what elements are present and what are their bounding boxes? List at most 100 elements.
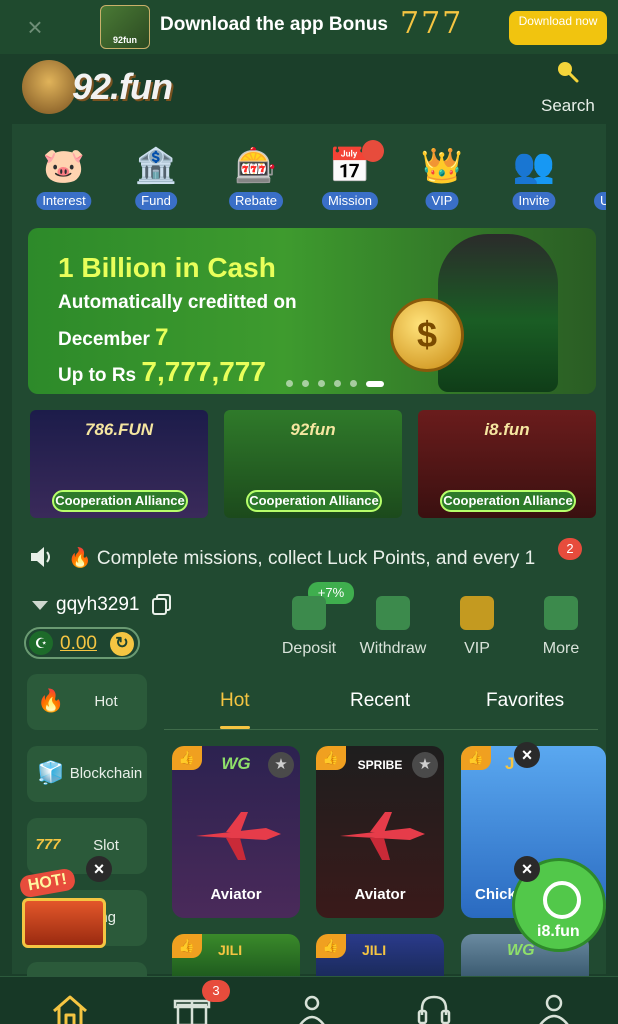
- game-card-aviator-wg[interactable]: WG 👍 ★ Aviator: [172, 746, 300, 918]
- game-card-jili-2[interactable]: 👍 JILI: [316, 934, 444, 978]
- carousel-dot[interactable]: [318, 380, 325, 387]
- vip-badge-icon: [460, 596, 494, 630]
- thumbs-up-icon: 👍: [316, 746, 346, 770]
- plane-icon: [340, 812, 425, 860]
- quick-item-label: Mission: [321, 192, 379, 210]
- favorite-star-icon[interactable]: ★: [268, 752, 294, 778]
- quick-item-label: U: [594, 192, 606, 210]
- thumbs-up-icon: 👍: [172, 934, 202, 958]
- community-icon[interactable]: [292, 993, 332, 1024]
- speaker-icon: [31, 547, 50, 567]
- search-label[interactable]: Search: [541, 96, 595, 116]
- download-app-bar: × 92fun Download the app Bonus 777 Downl…: [0, 0, 618, 54]
- promo-banner[interactable]: 1 Billion in Cash Automatically creditte…: [28, 228, 596, 394]
- category-label: Hot: [94, 693, 118, 710]
- category-blockchain[interactable]: 🧊 Blockchain: [27, 746, 147, 802]
- provider-logo: WG: [507, 942, 535, 959]
- action-label: Withdraw: [359, 640, 427, 657]
- close-icon[interactable]: ×: [514, 856, 540, 882]
- cooperation-label: Cooperation Alliance: [440, 490, 576, 512]
- quick-item-invite[interactable]: 👥 Invite: [498, 140, 570, 210]
- cooperation-card-92fun[interactable]: 92fun Cooperation Alliance: [224, 410, 402, 518]
- withdraw-button[interactable]: Withdraw: [350, 596, 436, 658]
- cooperation-card-786fun[interactable]: 786.FUN Cooperation Alliance: [30, 410, 208, 518]
- download-title: Download the app Bonus: [160, 14, 388, 35]
- provider-logo: JILI: [218, 942, 243, 958]
- carousel-dot[interactable]: [350, 380, 357, 387]
- cooperation-label: Cooperation Alliance: [246, 490, 382, 512]
- quick-item-interest[interactable]: 🐷 Interest: [28, 140, 100, 210]
- pk-flag-icon: ☪: [29, 631, 53, 655]
- category-hot[interactable]: 🔥 Hot: [27, 674, 147, 730]
- quick-item-fund[interactable]: 🏦 Fund: [120, 140, 192, 210]
- tab-recent[interactable]: Recent: [350, 690, 410, 712]
- close-icon[interactable]: ×: [514, 742, 540, 768]
- app-thumbnail: 92fun: [100, 5, 150, 49]
- banner-date-day: 7: [155, 324, 169, 351]
- logo-emblem-icon[interactable]: [22, 60, 76, 114]
- carousel-dots: [286, 380, 384, 387]
- refresh-icon[interactable]: ↻: [110, 632, 134, 656]
- notification-dot: [362, 140, 384, 162]
- category-label: Blockchain: [69, 765, 143, 782]
- download-now-button[interactable]: Download now: [509, 11, 607, 45]
- quick-item-mission[interactable]: 📅 Mission: [314, 140, 386, 210]
- message-count-badge[interactable]: 2: [558, 538, 582, 560]
- quick-item-label: Interest: [36, 192, 92, 210]
- deposit-button[interactable]: Deposit: [266, 596, 352, 658]
- copy-icon[interactable]: [152, 594, 172, 616]
- quick-item-label: Fund: [135, 192, 177, 210]
- site-logo[interactable]: 92.fun: [72, 66, 173, 108]
- blockchain-cubes-icon: 🧊: [37, 760, 65, 785]
- gift-count-badge: 3: [202, 980, 230, 1002]
- profile-icon[interactable]: [534, 993, 574, 1024]
- banner-headline: 1 Billion in Cash: [58, 252, 276, 283]
- favorite-star-icon[interactable]: ★: [412, 752, 438, 778]
- thumbs-up-icon: 👍: [461, 746, 491, 770]
- game-card-aviator-spribe[interactable]: SPRIBE 👍 ★ Aviator: [316, 746, 444, 918]
- carousel-dot[interactable]: [334, 380, 341, 387]
- balance-pill: ☪ 0.00 ↻: [24, 627, 140, 659]
- announcement-text: 🔥 Complete missions, collect Luck Points…: [68, 548, 536, 569]
- quick-item-more[interactable]: U: [584, 140, 606, 210]
- invite-people-icon: 👥: [512, 147, 556, 185]
- quick-item-rebate[interactable]: 🎰 Rebate: [220, 140, 292, 210]
- partner-brand: 92fun: [290, 420, 336, 439]
- thumbs-up-icon: 👍: [316, 934, 346, 958]
- quick-item-vip[interactable]: 👑 VIP: [406, 140, 478, 210]
- wallet-icon: [292, 596, 326, 630]
- withdraw-icon: [376, 596, 410, 630]
- username: gqyh3291: [56, 594, 140, 615]
- category-partial[interactable]: [27, 962, 147, 976]
- banner-amount-value: 7,777,777: [141, 356, 266, 387]
- cooperation-card-i8fun[interactable]: i8.fun Cooperation Alliance: [418, 410, 596, 518]
- close-icon[interactable]: ×: [22, 14, 48, 40]
- provider-logo: JILI: [362, 942, 387, 958]
- quick-menu: 🐷 Interest 🏦 Fund 🎰 Rebate 📅 Mission 👑 V…: [28, 140, 606, 210]
- announcement-marquee[interactable]: 🔥 Complete missions, collect Luck Points…: [28, 540, 588, 574]
- vip-button[interactable]: VIP: [434, 596, 520, 658]
- whatsapp-icon: [543, 881, 581, 919]
- fire-icon: 🔥: [37, 688, 65, 713]
- home-icon[interactable]: [50, 993, 90, 1024]
- close-icon[interactable]: ×: [86, 856, 112, 882]
- action-label: More: [542, 640, 580, 657]
- support-headset-icon[interactable]: [414, 993, 454, 1024]
- tab-favorites[interactable]: Favorites: [486, 690, 564, 712]
- banner-amount-prefix: Up to Rs: [58, 365, 137, 386]
- carousel-dot[interactable]: [286, 380, 293, 387]
- action-label: VIP: [464, 640, 490, 657]
- game-tabs: Hot Recent Favorites: [164, 678, 598, 730]
- tab-hot[interactable]: Hot: [220, 690, 250, 712]
- more-button[interactable]: More: [518, 596, 604, 658]
- partner-brand: i8.fun: [484, 420, 530, 439]
- search-icon[interactable]: [555, 59, 579, 83]
- balance-value[interactable]: 0.00: [60, 633, 97, 655]
- caret-down-icon[interactable]: [32, 601, 48, 610]
- carousel-dot-active[interactable]: [366, 380, 384, 387]
- game-card-jili-1[interactable]: 👍 JILI: [172, 934, 300, 978]
- banner-date: December 7: [58, 324, 169, 352]
- carousel-dot[interactable]: [302, 380, 309, 387]
- site-header: 92.fun Search: [12, 54, 606, 124]
- partner-brand: 786.FUN: [84, 420, 154, 439]
